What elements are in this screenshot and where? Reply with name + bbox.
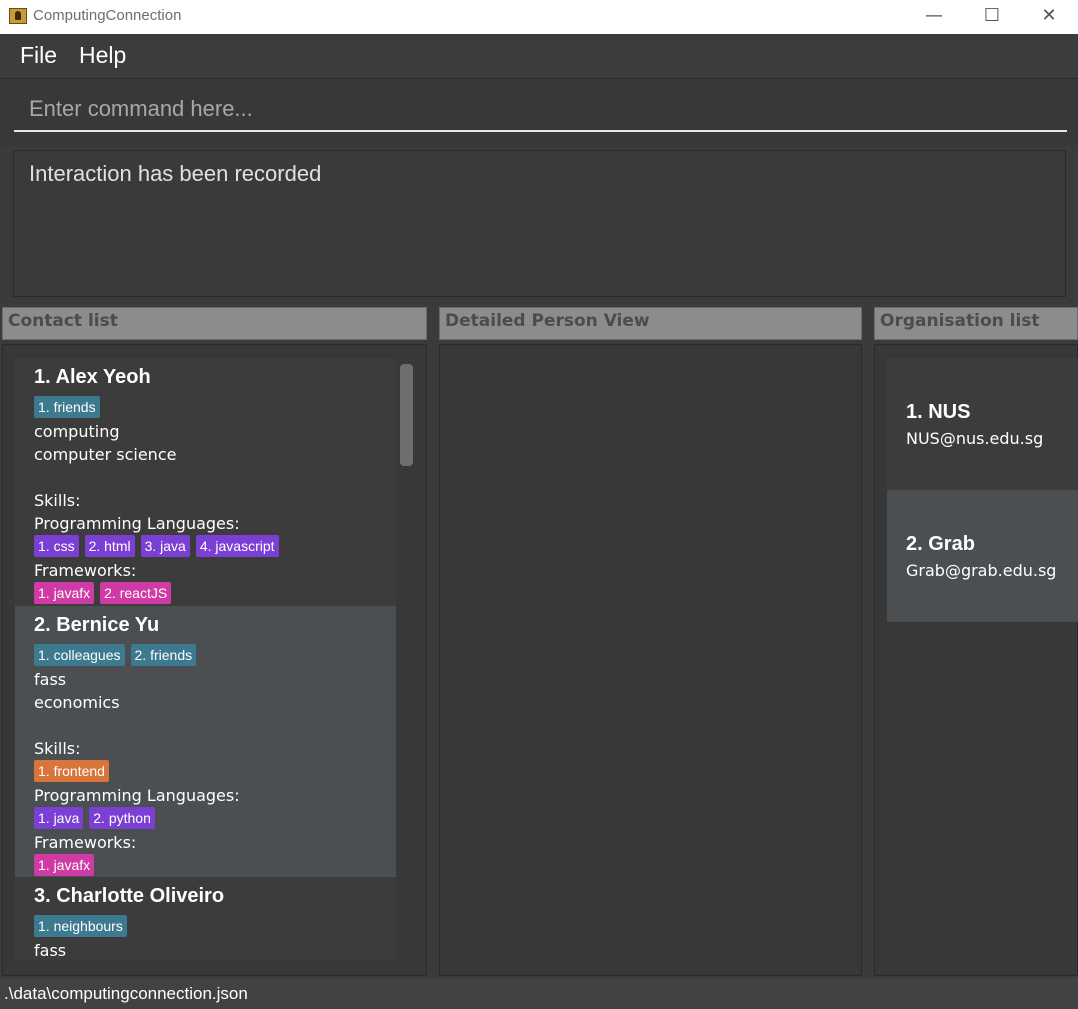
organisation-list-title: Organisation list (880, 311, 1040, 331)
skills-label: Skills: (34, 491, 81, 510)
framework-tags: 1. javafx (34, 854, 396, 877)
person-card[interactable]: 2. Bernice Yu 1. colleagues 2. friends fa… (15, 606, 396, 877)
person-name: 1. Alex Yeoh (34, 366, 151, 388)
skill-tags: 1. frontend (34, 760, 396, 783)
command-input[interactable] (14, 88, 1067, 132)
framework-tags: 1. javafx 2. reactJS (34, 582, 396, 605)
language-tag: 2. python (89, 807, 155, 829)
menu-bar: File Help (0, 34, 1078, 79)
contact-list[interactable]: 1. Alex Yeoh 1. friends computing comput… (15, 358, 396, 961)
person-faculty: fass (34, 941, 67, 960)
framework-tag: 1. javafx (34, 854, 95, 876)
skill-tag: 1. frontend (34, 760, 109, 782)
language-tags: 1. css 2. html 3. java 4. javascript (34, 535, 396, 558)
person-name: 3. Charlotte Oliveiro (34, 885, 225, 907)
person-card[interactable]: 1. Alex Yeoh 1. friends computing comput… (15, 358, 396, 606)
minimize-button[interactable]: — (905, 0, 963, 34)
organisation-email: Grab@grab.edu.sg (906, 561, 1057, 580)
contact-list-title: Contact list (8, 311, 118, 331)
organisation-list-header: Organisation list (874, 307, 1078, 340)
organisation-card[interactable]: 2. Grab Grab@grab.edu.sg (887, 490, 1078, 622)
frameworks-label: Frameworks: (34, 833, 137, 852)
framework-tag: 2. reactJS (100, 582, 172, 604)
languages-label: Programming Languages: (34, 514, 240, 533)
result-text: Interaction has been recorded (29, 161, 322, 186)
organisation-email: NUS@nus.edu.sg (906, 429, 1044, 448)
status-bar: .\data\computingconnection.json (0, 978, 1078, 1009)
skills-label: Skills: (34, 739, 81, 758)
detail-view-panel (439, 344, 862, 976)
organisation-name: 1. NUS (906, 401, 971, 423)
person-card[interactable]: 3. Charlotte Oliveiro 1. neighbours fass (15, 877, 396, 961)
person-faculty: fass (34, 670, 67, 689)
person-name: 2. Bernice Yu (34, 614, 160, 636)
maximize-button[interactable]: ☐ (963, 0, 1021, 34)
language-tag: 3. java (140, 535, 190, 557)
person-tags: 1. colleagues 2. friends (34, 644, 396, 667)
language-tags: 1. java 2. python (34, 807, 396, 830)
tag: 2. friends (130, 644, 197, 666)
tag: 1. colleagues (34, 644, 125, 666)
contact-list-header: Contact list (2, 307, 427, 340)
title-bar: ComputingConnection — ☐ ✕ (0, 0, 1078, 34)
person-tags: 1. friends (34, 396, 396, 419)
result-display: Interaction has been recorded (13, 150, 1066, 297)
close-button[interactable]: ✕ (1020, 0, 1078, 34)
person-major: economics (34, 693, 120, 712)
organisation-card[interactable]: 1. NUS NUS@nus.edu.sg (887, 358, 1078, 490)
menu-file[interactable]: File (20, 42, 57, 69)
organisation-list[interactable]: 1. NUS NUS@nus.edu.sg 2. Grab Grab@grab.… (887, 358, 1078, 622)
framework-tag: 1. javafx (34, 582, 95, 604)
window-title: ComputingConnection (33, 7, 182, 24)
app-icon (9, 8, 27, 24)
person-tags: 1. neighbours (34, 915, 396, 938)
organisation-name: 2. Grab (906, 533, 975, 555)
person-faculty: computing (34, 422, 120, 441)
language-tag: 4. javascript (195, 535, 279, 557)
detail-view-header: Detailed Person View (439, 307, 862, 340)
detail-view-title: Detailed Person View (445, 311, 650, 331)
tag: 1. friends (34, 396, 100, 418)
language-tag: 2. html (84, 535, 135, 557)
frameworks-label: Frameworks: (34, 561, 137, 580)
languages-label: Programming Languages: (34, 786, 240, 805)
save-location: .\data\computingconnection.json (4, 984, 248, 1003)
person-major: computer science (34, 445, 177, 464)
menu-help[interactable]: Help (79, 42, 126, 69)
tag: 1. neighbours (34, 915, 127, 937)
contact-list-scrollbar[interactable] (400, 364, 413, 466)
language-tag: 1. css (34, 535, 79, 557)
language-tag: 1. java (34, 807, 84, 829)
